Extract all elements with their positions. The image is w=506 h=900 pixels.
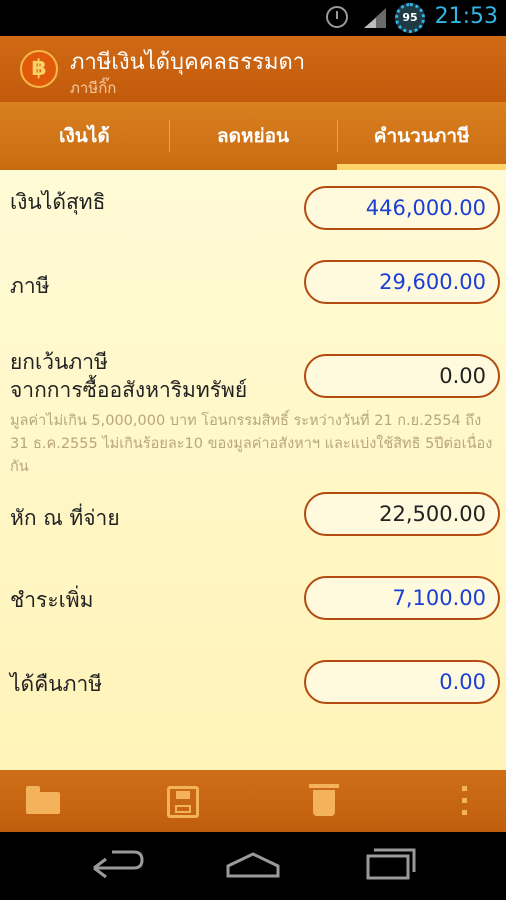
tab-calculate-tax[interactable]: คำนวนภาษี: [337, 102, 506, 170]
exemption-label-line1: ยกเว้นภาษี: [10, 350, 108, 374]
tax-field[interactable]: 29,600.00: [304, 260, 500, 304]
recent-apps-icon[interactable]: [344, 832, 434, 900]
back-icon[interactable]: [72, 832, 162, 900]
save-button[interactable]: [152, 770, 212, 832]
open-button[interactable]: [14, 770, 74, 832]
app-bar: ฿ ภาษีเงินได้บุคคลธรรมดา ภาษีกิ๊ก: [0, 36, 506, 102]
status-clock: 21:53: [434, 4, 498, 29]
delete-button[interactable]: [294, 770, 354, 832]
bottom-toolbar: [0, 770, 506, 832]
overflow-menu-button[interactable]: [436, 770, 496, 832]
status-bar: 95 21:53: [0, 0, 506, 36]
home-icon[interactable]: [208, 832, 298, 900]
app-title: ภาษีเงินได้บุคคลธรรมดา: [70, 50, 306, 75]
additional-payment-field[interactable]: 7,100.00: [304, 576, 500, 620]
overflow-menu-icon: [462, 786, 468, 818]
refund-label: ได้คืนภาษี: [10, 672, 103, 696]
net-income-field[interactable]: 446,000.00: [304, 186, 500, 230]
tax-calculation-panel: เงินได้สุทธิ 446,000.00 ภาษี 29,600.00 ย…: [0, 170, 506, 770]
app-logo-icon[interactable]: ฿: [20, 50, 58, 88]
refund-field[interactable]: 0.00: [304, 660, 500, 704]
withheld-field[interactable]: 22,500.00: [304, 492, 500, 536]
tab-income[interactable]: เงินได้: [0, 102, 169, 170]
signal-icon: [364, 8, 386, 28]
exemption-note: มูลค่าไม่เกิน 5,000,000 บาท โอนกรรมสิทธิ…: [10, 413, 493, 475]
trash-icon: [309, 784, 339, 816]
tab-bar: เงินได้ ลดหย่อน คำนวนภาษี: [0, 102, 506, 170]
save-icon: [167, 786, 199, 818]
battery-icon: 95: [395, 3, 425, 33]
exemption-label-line2: จากการซื้ออสังหาริมทรัพย์: [10, 378, 248, 402]
navigation-bar: [0, 832, 506, 900]
tab-deductions[interactable]: ลดหย่อน: [168, 102, 338, 170]
folder-icon: [26, 786, 60, 814]
withheld-label: หัก ณ ที่จ่าย: [10, 506, 120, 530]
tax-label: ภาษี: [10, 274, 50, 298]
net-income-label: เงินได้สุทธิ: [10, 190, 106, 214]
exemption-field[interactable]: 0.00: [304, 354, 500, 398]
additional-payment-label: ชำระเพิ่ม: [10, 588, 94, 612]
alarm-icon: [326, 6, 348, 28]
app-subtitle: ภาษีกิ๊ก: [70, 79, 117, 97]
